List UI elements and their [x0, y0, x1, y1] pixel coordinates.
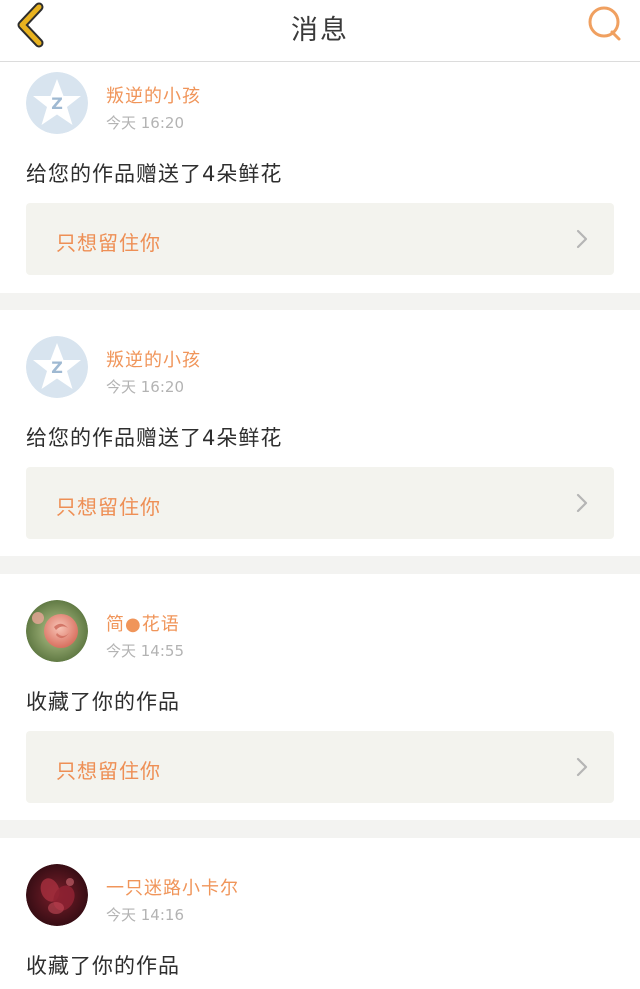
search-button[interactable] — [586, 3, 626, 43]
username[interactable]: 简●花语 — [106, 610, 180, 636]
chevron-left-icon — [17, 2, 44, 48]
dark-red-flower-photo-icon — [26, 864, 88, 926]
username[interactable]: 叛逆的小孩 — [106, 82, 201, 108]
work-link[interactable]: 只想留住你 — [26, 731, 614, 803]
messages-screen: 消息 Z 叛逆的小孩 今天 16:20 给您的作品赠送了4朵鲜花 只想留住你 Z… — [0, 0, 640, 989]
notification-message: 给您的作品赠送了4朵鲜花 — [26, 426, 283, 450]
notification-item: 简●花语 今天 14:55 收藏了你的作品 只想留住你 — [0, 574, 640, 820]
back-button[interactable] — [10, 2, 56, 48]
timestamp: 今天 14:16 — [106, 906, 184, 924]
svg-text:Z: Z — [51, 94, 63, 113]
avatar[interactable]: Z — [26, 72, 88, 134]
work-link[interactable]: 只想留住你 — [26, 203, 614, 275]
timestamp: 今天 16:20 — [106, 114, 184, 132]
chevron-right-icon — [576, 493, 588, 513]
pink-rose-photo-icon — [26, 600, 88, 662]
timestamp: 今天 14:55 — [106, 642, 184, 660]
work-title: 只想留住你 — [56, 231, 161, 255]
work-link[interactable]: 只想留住你 — [26, 467, 614, 539]
notification-item: Z 叛逆的小孩 今天 16:20 给您的作品赠送了4朵鲜花 只想留住你 — [0, 62, 640, 293]
top-bar: 消息 — [0, 0, 640, 62]
notification-message: 给您的作品赠送了4朵鲜花 — [26, 162, 283, 186]
timestamp: 今天 16:20 — [106, 378, 184, 396]
work-title: 只想留住你 — [56, 495, 161, 519]
avatar[interactable] — [26, 600, 88, 662]
notification-item: Z 叛逆的小孩 今天 16:20 给您的作品赠送了4朵鲜花 只想留住你 — [0, 310, 640, 556]
page-title: 消息 — [291, 15, 349, 46]
notification-message: 收藏了你的作品 — [26, 954, 180, 978]
avatar[interactable] — [26, 864, 88, 926]
avatar[interactable]: Z — [26, 336, 88, 398]
search-icon — [588, 6, 621, 41]
svg-text:Z: Z — [51, 358, 63, 377]
chevron-right-icon — [576, 229, 588, 249]
qzone-star-avatar-icon: Z — [26, 72, 88, 134]
notification-message: 收藏了你的作品 — [26, 690, 180, 714]
username[interactable]: 叛逆的小孩 — [106, 346, 201, 372]
work-title: 只想留住你 — [56, 759, 161, 783]
chevron-right-icon — [576, 757, 588, 777]
notification-list: Z 叛逆的小孩 今天 16:20 给您的作品赠送了4朵鲜花 只想留住你 Z 叛逆… — [0, 62, 640, 989]
username[interactable]: 一只迷路小卡尔 — [106, 874, 239, 900]
notification-item: 一只迷路小卡尔 今天 14:16 收藏了你的作品 — [0, 838, 640, 989]
qzone-star-avatar-icon: Z — [26, 336, 88, 398]
